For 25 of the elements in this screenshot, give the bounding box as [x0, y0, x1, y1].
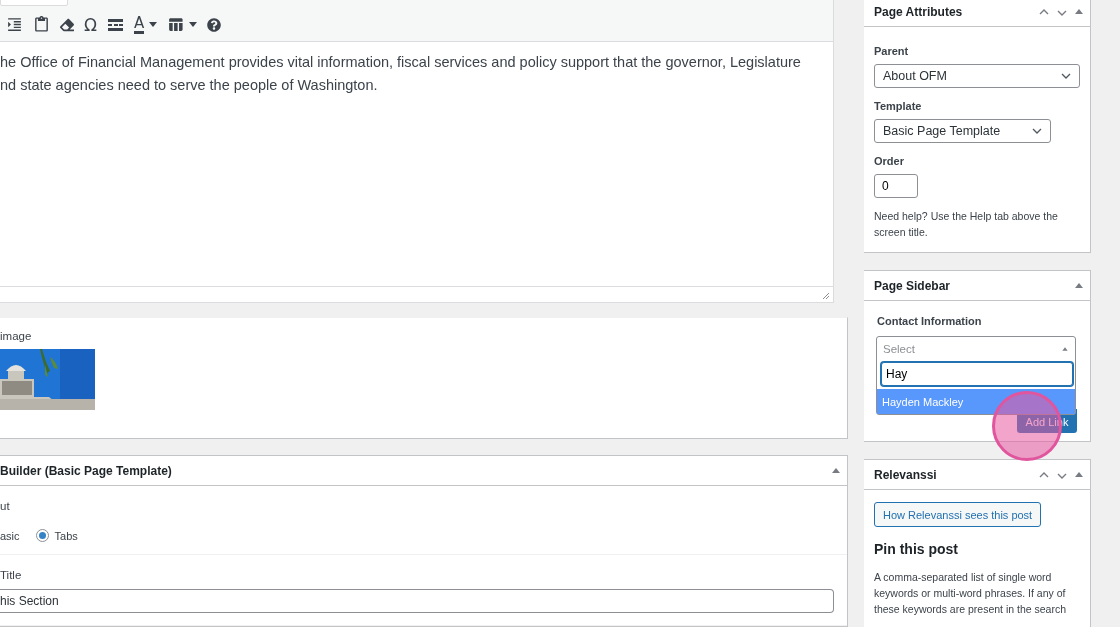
description-text: A comma-separated list of single word keywords or multi-word phrases. If any of these keywords are present in the search: [874, 570, 1068, 617]
field-label: ut: [0, 500, 11, 512]
relevanssi-button[interactable]: How Relevanssi sees this post: [874, 502, 1042, 527]
panel-title: Relevanssi: [874, 467, 937, 482]
search-field[interactable]: Hay: [881, 362, 1073, 386]
field-label: Contact Information: [877, 315, 983, 327]
editor-text[interactable]: he Office of Financial Management provides vital information, fiscal services and policy support that the governor, Legislature nd state agencies need to serve the people of Washington.: [0, 42, 808, 286]
field-label: image: [0, 330, 33, 342]
panel-title: Page Sidebar: [874, 278, 951, 293]
panel-title: Page Attributes: [874, 4, 963, 19]
special-character-button[interactable]: Ω: [84, 13, 97, 36]
field-label: Order: [874, 155, 905, 167]
radio-label: asic: [0, 529, 20, 542]
radio-option[interactable]: Tabs: [35, 529, 78, 542]
section-heading: Pin this post: [874, 541, 959, 557]
field-label: Parent: [874, 45, 910, 57]
field-label: Template: [874, 100, 923, 112]
template-select[interactable]: Basic Page Template: [874, 119, 1051, 143]
text-color-button[interactable]: A: [134, 13, 158, 36]
field-label: Title: [0, 569, 23, 581]
order-input[interactable]: 0: [874, 174, 918, 198]
title-input[interactable]: his Section: [0, 589, 834, 613]
panel-title: Builder (Basic Page Template): [0, 463, 172, 478]
help-text: Need help? Use the Help tab above the screen title.: [874, 209, 1059, 240]
parent-select[interactable]: About OFM: [874, 64, 1080, 88]
